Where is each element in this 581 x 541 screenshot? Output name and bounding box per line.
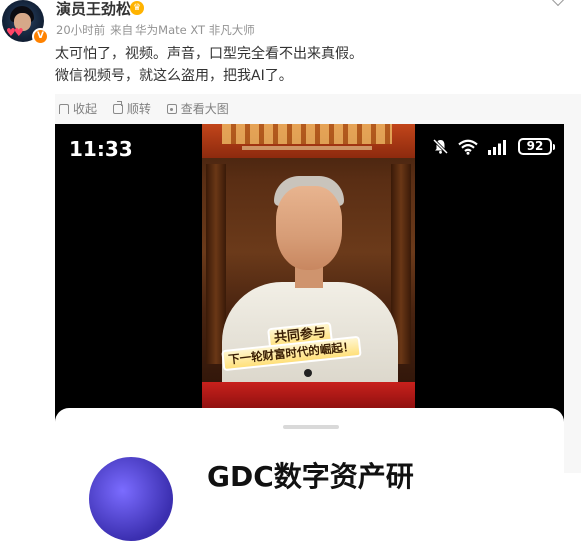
verified-icon: V [32,28,49,45]
video-banner [202,124,415,158]
post-text-line-1: 太可怕了，视频。声音，口型完全看不出来真假。 [55,46,363,62]
person-face [276,186,342,270]
mute-bell-icon [432,138,449,155]
source-prefix: 来自 [110,23,134,37]
video-frame[interactable]: 共同参与 下一轮财富时代的崛起！ [202,124,415,409]
status-icons: 92 [423,138,555,155]
crown-icon: ♛ [130,1,144,15]
wifi-icon [458,139,478,155]
view-large-button[interactable]: 查看大图 [166,101,229,117]
chevron-down-icon[interactable] [550,0,566,7]
view-large-label: 查看大图 [180,102,229,116]
post-text-line-2: 微信视频号，就这么盗用，把我AI了。 [55,68,293,84]
video-subbanner [242,146,372,150]
media-action-bar: 收起 顺转 查看大图 [55,101,237,118]
account-avatar[interactable] [89,457,173,541]
heart-icon: ♥♥ [6,26,24,39]
star-icon [59,104,69,114]
battery-icon: 92 [518,138,555,155]
collapse-button[interactable]: 收起 [59,101,97,117]
post-time[interactable]: 20小时前 [56,23,105,37]
account-title: GDC数字资产研 [207,460,414,493]
author-name[interactable]: 演员王劲松 [56,0,131,18]
image-icon [166,104,177,114]
post-meta: 20小时前 来自 华为Mate XT 非凡大师 [56,23,260,38]
rotate-button[interactable]: 顺转 [112,101,151,117]
sheet-handle[interactable] [283,425,339,429]
collapse-label: 收起 [73,102,98,116]
bottom-sheet-card[interactable]: GDC数字资产研 [55,408,564,541]
post-source[interactable]: 华为Mate XT 非凡大师 [135,23,255,37]
phone-screenshot[interactable]: 11:33 92 共同参与 下一轮财富时代的崛起！ GDC数字资产研 [55,124,564,541]
signal-icon [488,139,506,155]
repost-icon [112,101,123,114]
video-bottom-banner [202,382,415,409]
status-time: 11:33 [69,137,133,161]
microphone-icon [304,369,312,377]
rotate-label: 顺转 [126,102,151,116]
